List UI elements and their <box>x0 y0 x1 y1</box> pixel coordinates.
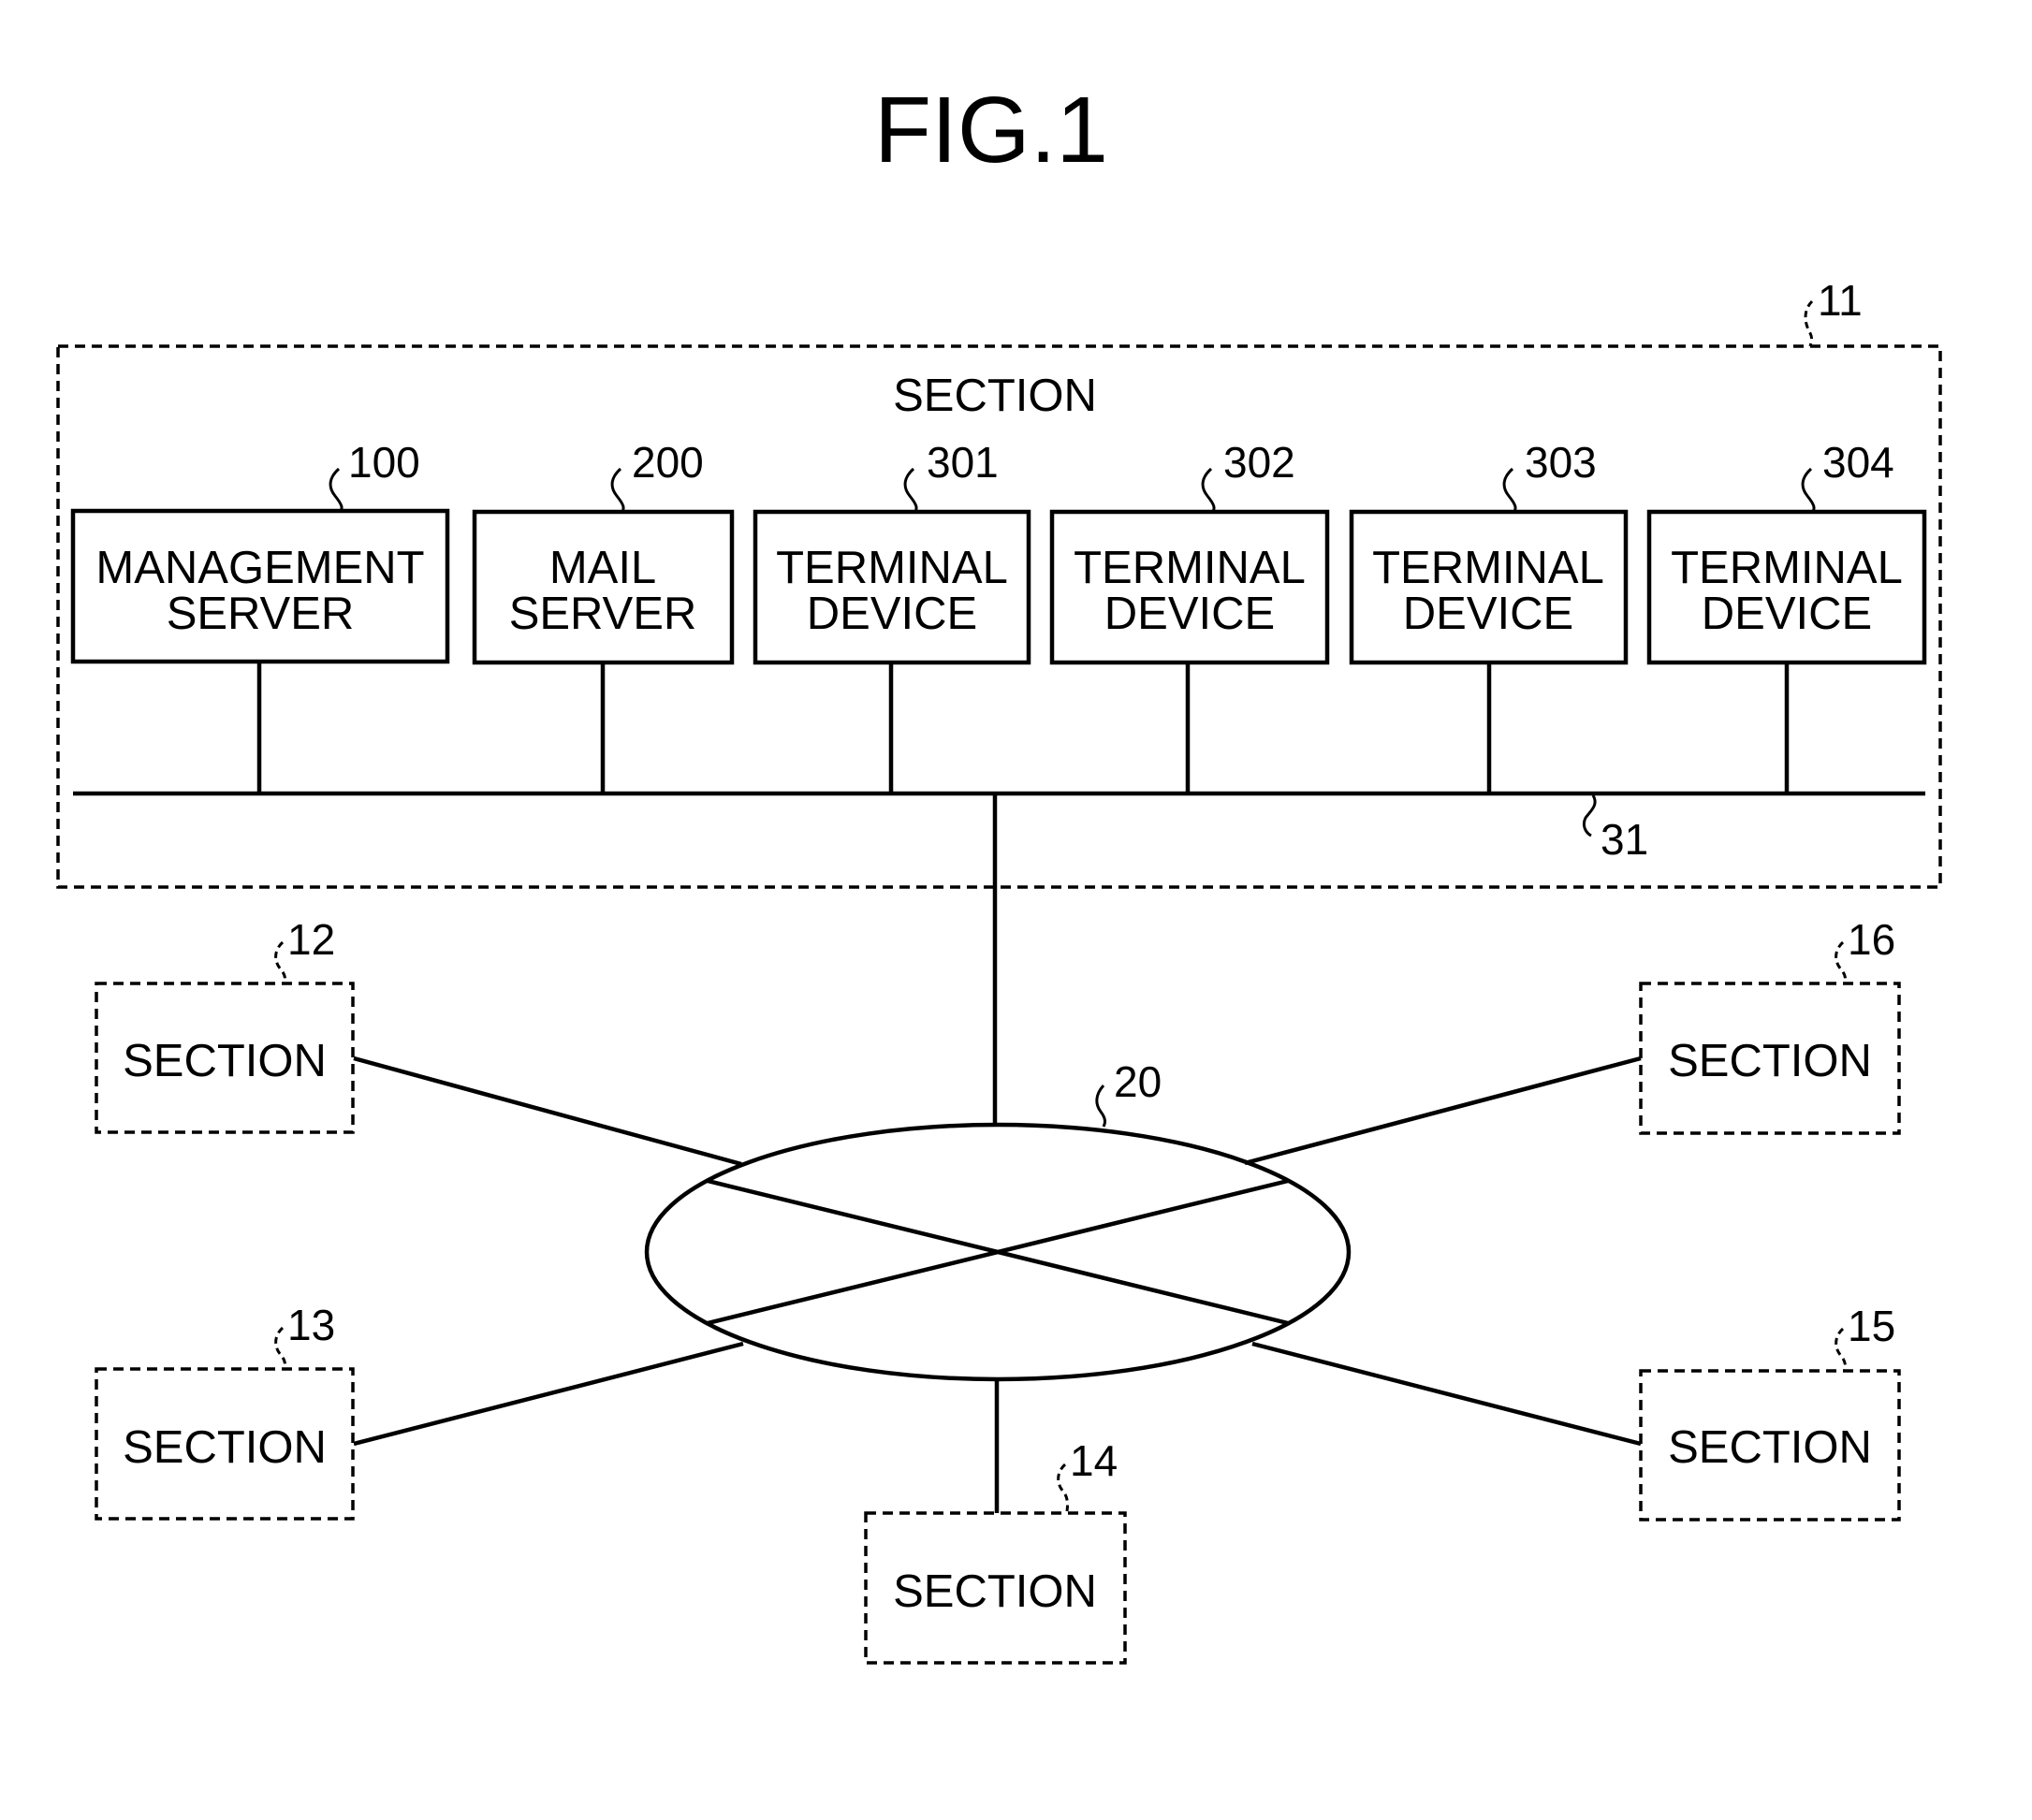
device-ref: 301 <box>927 438 999 487</box>
device-ref: 304 <box>1822 438 1894 487</box>
network-ref-leader <box>1095 1084 1107 1128</box>
section-ref: 14 <box>1070 1436 1118 1485</box>
link-section-15 <box>1251 1341 1642 1447</box>
link-section-12 <box>353 1056 742 1167</box>
section-15: SECTION 15 <box>1639 1302 1901 1522</box>
device-ref-leader <box>1502 467 1517 513</box>
device-terminal-302: TERMINAL DEVICE 302 <box>1049 438 1330 794</box>
device-terminal-301: TERMINAL DEVICE 301 <box>753 438 1031 794</box>
section-ref-leader <box>1835 1327 1847 1372</box>
section-label: SECTION <box>123 1422 327 1473</box>
section-ref-leader <box>1057 1463 1069 1512</box>
section-12: SECTION 12 <box>95 915 355 1134</box>
device-terminal-303: TERMINAL DEVICE 303 <box>1349 438 1629 794</box>
device-label-line-1: TERMINAL <box>1372 543 1604 593</box>
figure-title: FIG.1 <box>874 78 1108 182</box>
device-ref-leader <box>1201 467 1216 513</box>
device-ref: 302 <box>1223 438 1295 487</box>
device-ref-leader <box>329 467 344 512</box>
device-label-line-1: MAIL <box>549 543 656 593</box>
network-20: 20 <box>644 1057 1352 1382</box>
device-ref-leader <box>1801 467 1816 513</box>
section-ref: 16 <box>1848 915 1895 964</box>
section-ref-leader <box>274 1326 286 1370</box>
device-label-line-1: MANAGEMENT <box>95 543 424 593</box>
device-label-line-1: TERMINAL <box>1074 543 1306 593</box>
device-label-line-1: TERMINAL <box>1671 543 1903 593</box>
device-management-server: MANAGEMENT SERVER 100 <box>70 438 450 794</box>
section-11-ref: 11 <box>1818 276 1863 325</box>
device-label-line-2: SERVER <box>167 589 355 639</box>
device-label-line-2: DEVICE <box>1104 589 1275 639</box>
device-label-line-1: TERMINAL <box>776 543 1008 593</box>
device-ref-leader <box>610 467 625 513</box>
section-16: SECTION 16 <box>1639 915 1901 1135</box>
section-label: SECTION <box>893 1566 1097 1617</box>
lan-bus-ref: 31 <box>1601 815 1648 864</box>
section-ref: 12 <box>287 915 335 964</box>
device-label-line-2: DEVICE <box>807 589 977 639</box>
section-ref-leader <box>274 940 286 984</box>
section-ref: 15 <box>1848 1302 1895 1350</box>
section-13: SECTION 13 <box>95 1301 355 1521</box>
device-label-line-2: DEVICE <box>1702 589 1872 639</box>
link-section-16 <box>1244 1056 1642 1166</box>
device-ref-leader <box>903 467 918 513</box>
device-ref: 100 <box>348 438 420 487</box>
section-11-ref-leader <box>1804 299 1814 347</box>
device-label-line-2: DEVICE <box>1403 589 1573 639</box>
device-label-line-2: SERVER <box>509 589 697 639</box>
section-label: SECTION <box>1668 1036 1872 1086</box>
network-diagram-figure: FIG.1 SECTION 11 MANAGEMENT SERVER 100 M… <box>56 78 1942 1665</box>
section-ref-leader <box>1835 940 1847 984</box>
device-mail-server: MAIL SERVER 200 <box>472 438 735 794</box>
section-11: SECTION 11 MANAGEMENT SERVER 100 MAIL SE… <box>56 276 1942 889</box>
device-terminal-304: TERMINAL DEVICE 304 <box>1646 438 1927 794</box>
section-label: SECTION <box>123 1036 327 1086</box>
link-section-13 <box>353 1341 744 1447</box>
section-11-label: SECTION <box>893 371 1097 421</box>
section-label: SECTION <box>1668 1422 1872 1473</box>
section-ref: 13 <box>287 1301 335 1349</box>
device-ref: 303 <box>1525 438 1597 487</box>
network-ref: 20 <box>1114 1057 1162 1106</box>
lan-bus-ref-leader <box>1582 794 1597 837</box>
device-ref: 200 <box>632 438 704 487</box>
